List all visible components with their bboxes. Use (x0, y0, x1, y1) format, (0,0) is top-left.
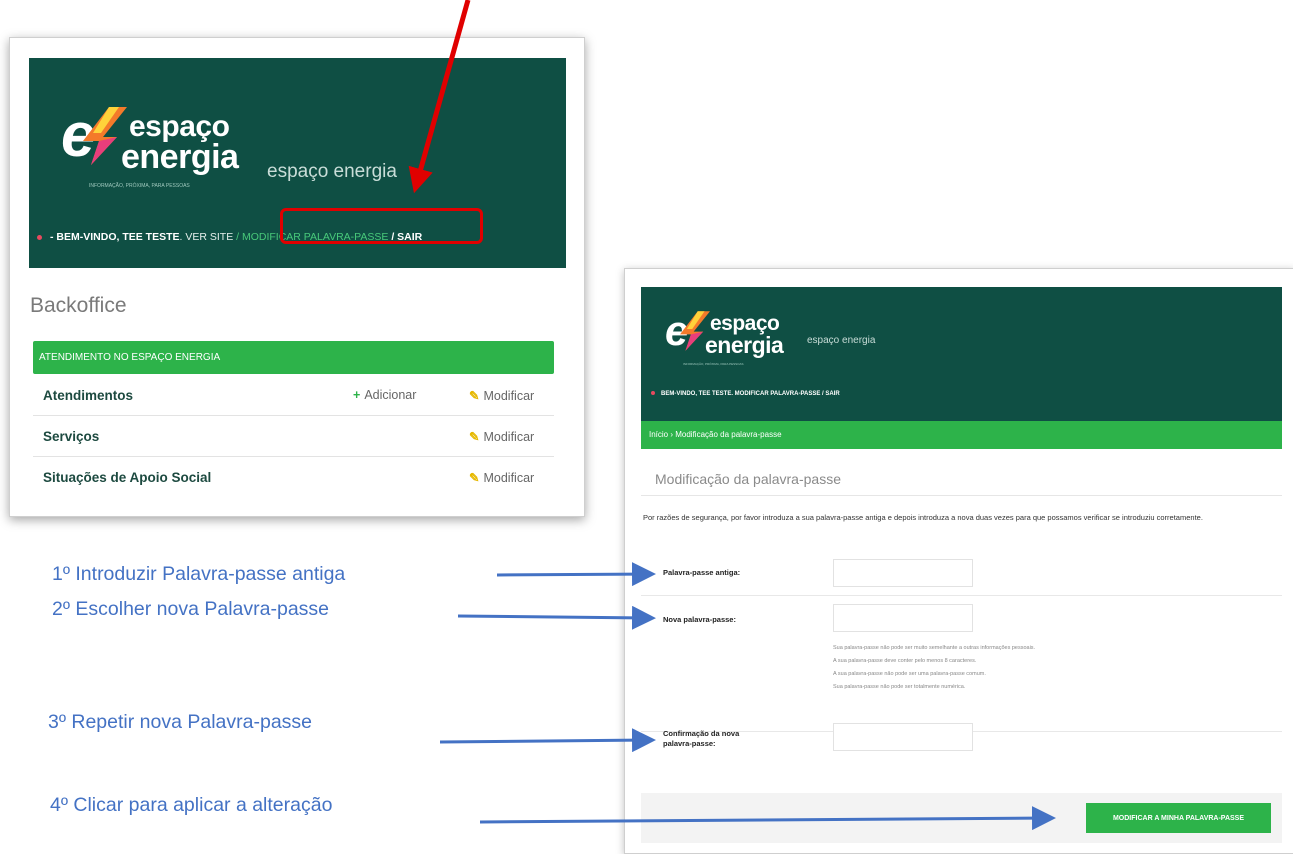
password-hint: Sua palavra-passe não pode ser muito sem… (833, 645, 1036, 651)
confirm-password-input[interactable] (833, 723, 973, 751)
old-password-row: Palavra-passe antiga: (641, 551, 1282, 596)
espaco-energia-logo[interactable]: e espaço energia INFORMAÇÃO, PRÓXIMA, PA… (49, 103, 264, 198)
breadcrumb[interactable]: Início › Modificação da palavra-passe (641, 421, 1282, 449)
model-link-servicos[interactable]: Serviços (43, 429, 99, 444)
old-password-label: Palavra-passe antiga: (663, 568, 741, 577)
user-tools-text[interactable]: BEM-VINDO, TEE TESTE. MODIFICAR PALAVRA-… (661, 391, 840, 397)
change-password-highlight (280, 208, 483, 244)
logo-tagline: INFORMAÇÃO, PRÓXIMA, PARA PESSOAS (683, 362, 744, 366)
submit-row: MODIFICAR A MINHA PALAVRA-PASSE (641, 793, 1282, 843)
logo-text-line2: energia (121, 138, 239, 176)
espaco-energia-logo[interactable]: e espaço energia INFORMAÇÃO, PRÓXIMA, PA… (657, 309, 797, 371)
step1-annotation: 1º Introduzir Palavra-passe antiga (52, 563, 346, 585)
edit-link-label: Modificar (483, 389, 535, 403)
step2-arrow (457, 605, 656, 630)
password-hint: Sua palavra-passe não pode ser totalment… (833, 684, 966, 690)
password-hints: Sua palavra-passe não pode ser muito sem… (833, 642, 1035, 694)
password-hint: A sua palavra-passe deve conter pelo men… (833, 658, 977, 664)
step2-annotation: 2º Escolher nova Palavra-passe (52, 598, 330, 620)
plus-icon: + (353, 388, 361, 402)
status-dot (37, 234, 42, 240)
logo-text-line2: energia (705, 332, 784, 358)
pencil-icon: ✎ (469, 471, 480, 485)
password-hint: A sua palavra-passe não pode ser uma pal… (833, 671, 986, 677)
confirm-password-row: Confirmação da nova palavra-passe: (641, 717, 1282, 773)
change-password-button[interactable]: MODIFICAR A MINHA PALAVRA-PASSE (1086, 803, 1271, 833)
change-password-screenshot: e espaço energia INFORMAÇÃO, PRÓXIMA, PA… (624, 268, 1293, 854)
model-link-apoio-social[interactable]: Situações de Apoio Social (43, 470, 211, 485)
welcome-text: - BEM-VINDO, (50, 231, 120, 243)
edit-link[interactable]: ✎ Modificar (469, 429, 534, 444)
view-site-link[interactable]: . VER SITE (180, 231, 234, 243)
new-password-input[interactable] (833, 604, 973, 632)
pencil-icon: ✎ (469, 430, 480, 444)
add-link[interactable]: + Adicionar (353, 388, 416, 402)
add-link-label: Adicionar (364, 388, 417, 402)
backoffice-screenshot: e espaço energia INFORMAÇÃO, PRÓXIMA, PA… (9, 37, 585, 517)
step3-annotation: 3º Repetir nova Palavra-passe (48, 711, 313, 733)
site-name: espaço energia (807, 335, 876, 346)
model-row-apoio-social: Situações de Apoio Social ✎ Modificar (33, 457, 554, 497)
page-title: Modificação da palavra-passe (655, 471, 841, 487)
edit-link[interactable]: ✎ Modificar (469, 388, 534, 403)
model-link-atendimentos[interactable]: Atendimentos (43, 388, 133, 403)
confirm-password-label: Confirmação da nova palavra-passe: (663, 729, 740, 748)
model-row-servicos: Serviços ✎ Modificar (33, 416, 554, 457)
edit-link-label: Modificar (483, 471, 535, 485)
model-row-atendimentos: Atendimentos + Adicionar ✎ Modificar (33, 375, 554, 416)
logo-tagline: INFORMAÇÃO, PRÓXIMA, PARA PESSOAS (89, 183, 190, 189)
step3-arrow (439, 728, 656, 753)
divider (641, 495, 1282, 496)
step4-annotation: 4º Clicar para aplicar a alteração (50, 794, 333, 816)
pencil-icon: ✎ (469, 389, 480, 403)
username: TEE TESTE (122, 231, 180, 243)
old-password-input[interactable] (833, 559, 973, 587)
intro-text: Por razões de segurança, por favor intro… (643, 513, 1203, 522)
site-header: e espaço energia INFORMAÇÃO, PRÓXIMA, PA… (641, 287, 1282, 421)
status-dot (651, 391, 655, 396)
site-name: espaço energia (267, 161, 397, 182)
user-tools: BEM-VINDO, TEE TESTE. MODIFICAR PALAVRA-… (651, 391, 840, 397)
page-title: Backoffice (30, 294, 127, 317)
edit-link[interactable]: ✎ Modificar (469, 470, 534, 485)
section-header: ATENDIMENTO NO ESPAÇO ENERGIA (33, 341, 554, 374)
new-password-label: Nova palavra-passe: (663, 615, 736, 624)
site-header: e espaço energia INFORMAÇÃO, PRÓXIMA, PA… (29, 58, 566, 268)
edit-link-label: Modificar (483, 430, 535, 444)
